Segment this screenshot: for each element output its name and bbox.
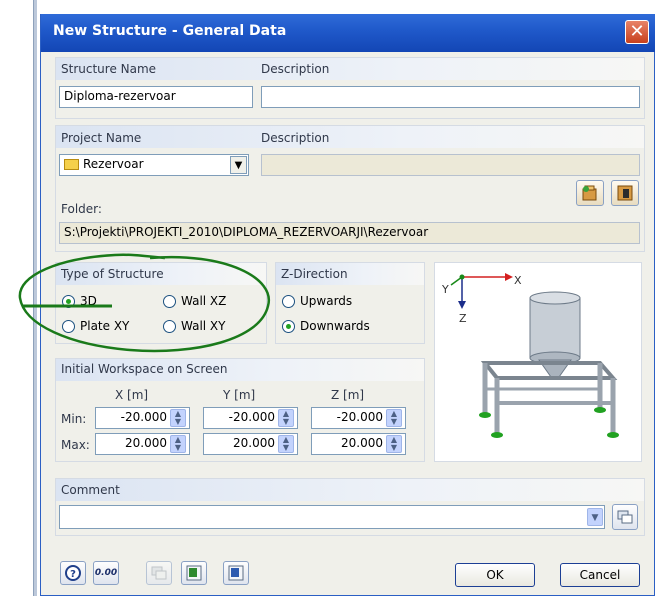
annotation-overlay (18, 253, 271, 353)
annotation-circle (18, 253, 271, 353)
